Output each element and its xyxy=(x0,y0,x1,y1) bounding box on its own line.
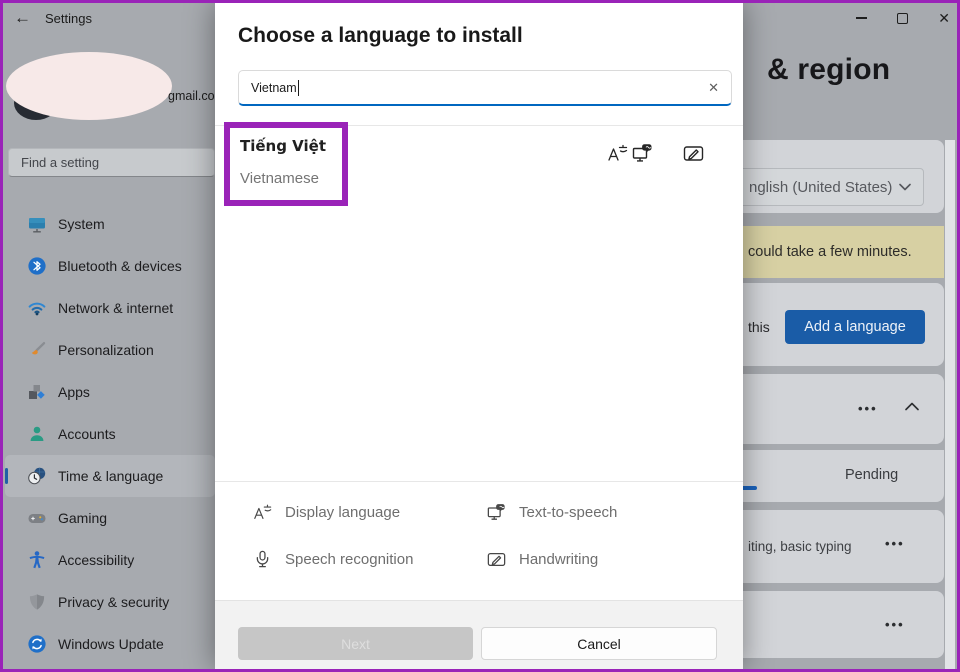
dialog-footer: Next Cancel xyxy=(215,600,743,669)
person-icon xyxy=(27,424,47,444)
display-language-icon xyxy=(607,143,628,164)
search-value: Vietnam xyxy=(251,80,297,95)
windows-update-icon xyxy=(27,634,47,654)
system-monitor-icon xyxy=(27,214,47,234)
sidebar-item-label: Bluetooth & devices xyxy=(58,258,182,274)
legend-label: Display language xyxy=(285,504,401,521)
dropdown-value: nglish (United States) xyxy=(749,178,893,196)
sidebar-item-label: Personalization xyxy=(58,342,154,358)
clear-search-icon[interactable]: ✕ xyxy=(708,80,719,96)
sidebar-item-label: Accessibility xyxy=(58,552,135,568)
dialog-title: Choose a language to install xyxy=(238,24,523,47)
legend-label: Handwriting xyxy=(519,551,599,568)
text-to-speech-icon xyxy=(487,503,506,522)
sidebar-item-accessibility[interactable]: Accessibility xyxy=(5,539,215,581)
sidebar-item-bluetooth[interactable]: Bluetooth & devices xyxy=(5,245,215,287)
notice-text: could take a few minutes. xyxy=(748,244,912,260)
gamepad-icon xyxy=(27,508,47,528)
maximize-icon[interactable] xyxy=(897,12,909,24)
status-badge: Pending xyxy=(845,467,899,483)
chevron-down-icon xyxy=(899,183,911,191)
handwriting-icon xyxy=(683,143,704,164)
search-placeholder: Find a setting xyxy=(21,155,100,170)
sidebar-item-windows-update[interactable]: Windows Update xyxy=(5,623,215,665)
window-controls: ✕ xyxy=(856,6,950,30)
sidebar-item-label: Apps xyxy=(58,384,90,400)
bluetooth-icon xyxy=(27,256,47,276)
sidebar-item-system[interactable]: System xyxy=(5,203,215,245)
sidebar-item-label: Network & internet xyxy=(58,300,174,316)
card-text: this xyxy=(748,319,770,335)
sidebar-item-label: Gaming xyxy=(58,510,108,526)
display-language-dropdown[interactable]: nglish (United States) xyxy=(736,168,924,206)
microphone-icon xyxy=(253,550,272,569)
divider xyxy=(215,481,743,482)
sidebar-item-privacy[interactable]: Privacy & security xyxy=(5,581,215,623)
window-title: Settings xyxy=(45,11,92,26)
language-feature-row xyxy=(730,450,944,502)
legend-label: Text-to-speech xyxy=(519,504,618,521)
shield-icon xyxy=(27,592,47,612)
handwriting-icon xyxy=(487,550,506,569)
brush-icon xyxy=(27,340,47,360)
clock-globe-icon xyxy=(27,466,47,486)
sidebar-item-label: Accounts xyxy=(58,426,116,442)
legend-display-language: Display language xyxy=(253,503,400,522)
next-button[interactable]: Next xyxy=(238,627,473,660)
sidebar-item-time-language[interactable]: Time & language xyxy=(5,455,215,497)
text-to-speech-icon xyxy=(632,143,653,164)
page-title: & region xyxy=(767,53,891,86)
add-language-button[interactable]: Add a language xyxy=(785,310,925,344)
text-cursor xyxy=(297,79,299,96)
legend-handwriting: Handwriting xyxy=(487,550,598,569)
sidebar-item-apps[interactable]: Apps xyxy=(5,371,215,413)
page-edge xyxy=(945,140,955,669)
notice-banner: could take a few minutes. xyxy=(730,226,944,278)
screenshot-root: ← Settings ✕ gmail.co Find a setting Sys… xyxy=(0,0,960,672)
user-email: gmail.co xyxy=(168,89,215,103)
close-icon[interactable]: ✕ xyxy=(938,11,950,25)
sidebar-item-label: Time & language xyxy=(58,468,164,484)
legend-label: Speech recognition xyxy=(285,551,414,568)
language-capabilities-text: iting, basic typing xyxy=(748,539,852,554)
more-options-icon[interactable]: ••• xyxy=(858,401,878,416)
sidebar-item-gaming[interactable]: Gaming xyxy=(5,497,215,539)
display-language-icon xyxy=(253,503,272,522)
language-row xyxy=(730,591,944,658)
sidebar-nav: System Bluetooth & devices Network & int… xyxy=(5,203,215,665)
add-language-label: Add a language xyxy=(804,319,906,335)
language-search-input[interactable]: Vietnam ✕ xyxy=(238,70,732,106)
annotation-highlight-box xyxy=(224,122,348,206)
avatar-privacy-blur xyxy=(6,52,172,120)
search-input[interactable]: Find a setting xyxy=(8,148,215,177)
sidebar-item-personalization[interactable]: Personalization xyxy=(5,329,215,371)
wifi-icon xyxy=(27,298,47,318)
legend-text-to-speech: Text-to-speech xyxy=(487,503,617,522)
accessibility-icon xyxy=(27,550,47,570)
more-options-icon[interactable]: ••• xyxy=(885,536,905,551)
more-options-icon[interactable]: ••• xyxy=(885,617,905,632)
sidebar-item-label: Privacy & security xyxy=(58,594,170,610)
apps-icon xyxy=(27,382,47,402)
sidebar-item-accounts[interactable]: Accounts xyxy=(5,413,215,455)
selected-accent-bar xyxy=(5,468,8,484)
back-arrow-icon[interactable]: ← xyxy=(14,8,31,28)
legend-speech-recognition: Speech recognition xyxy=(253,550,413,569)
chevron-up-icon[interactable] xyxy=(905,402,919,411)
sidebar-item-network[interactable]: Network & internet xyxy=(5,287,215,329)
sidebar-item-label: System xyxy=(58,216,105,232)
choose-language-dialog: Choose a language to install Vietnam ✕ T… xyxy=(215,2,743,669)
sidebar-item-label: Windows Update xyxy=(58,636,164,652)
minimize-icon[interactable] xyxy=(856,17,868,19)
cancel-button[interactable]: Cancel xyxy=(481,627,717,660)
